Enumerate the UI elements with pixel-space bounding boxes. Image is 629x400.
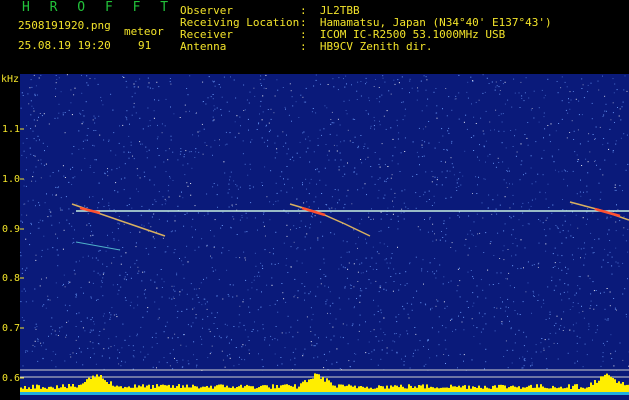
meteor-count: 91 [138,39,152,52]
freq-tick-label: 0.8 [2,273,21,284]
khz-unit-label: kHz [1,74,20,85]
freq-tick-label: 1.0 [2,174,21,185]
freq-tick-label: 0.7 [2,323,21,334]
antenna-label: Antenna [180,40,227,53]
freq-tick-label: 0.6 [2,373,21,384]
spectrogram-background [20,74,629,400]
timestamp: 25.08.19 19:20 [18,39,111,52]
freq-tick-label: 1.1 [2,124,21,135]
freq-tick-label: 0.9 [2,224,21,235]
spectrogram [20,74,629,400]
baseline-band [20,392,629,395]
antenna-value: : HB9CV Zenith dir. [300,40,433,53]
hrofft-title: H R O F F T [22,0,175,15]
filename: 2508191920.png [18,19,111,32]
meteor-label: meteor [124,25,164,38]
